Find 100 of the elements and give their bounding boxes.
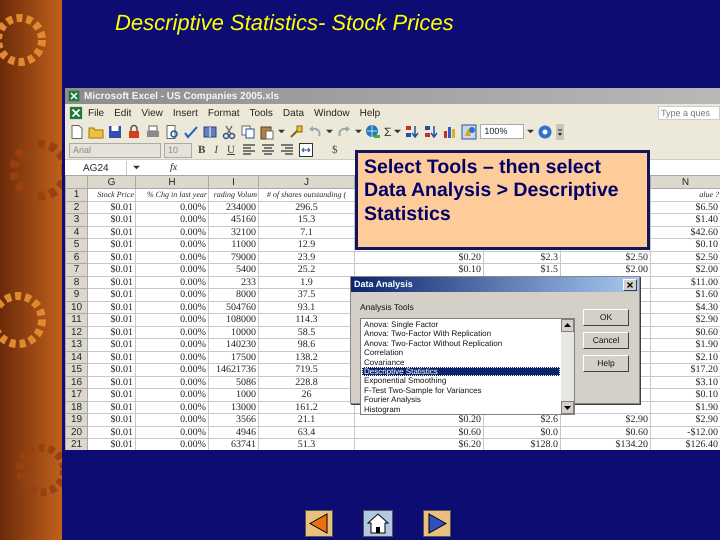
table-cell: 234000 xyxy=(208,201,258,214)
table-cell: $0.01 xyxy=(88,226,136,238)
table-cell: 5400 xyxy=(208,264,258,276)
table-cell: $0.01 xyxy=(88,288,136,301)
menu-item[interactable]: Window xyxy=(309,106,355,120)
column-header[interactable]: H xyxy=(136,176,208,188)
menu-item[interactable]: Format xyxy=(202,106,245,120)
table-cell: $2.3 xyxy=(484,251,560,264)
row-header[interactable]: 21 xyxy=(66,438,88,450)
list-item[interactable]: Anova: Two-Factor With Replication xyxy=(362,329,560,339)
row-header[interactable]: 18 xyxy=(66,401,88,414)
menu-item[interactable]: Edit xyxy=(109,106,136,120)
row-header[interactable]: 20 xyxy=(66,426,88,438)
column-header[interactable]: J xyxy=(258,176,354,188)
table-cell: 0.00% xyxy=(136,388,208,401)
table-cell: 0.00% xyxy=(136,314,208,326)
row-header[interactable]: 14 xyxy=(66,351,88,364)
table-cell: $0.01 xyxy=(88,414,136,426)
list-item[interactable]: Histogram xyxy=(362,404,560,414)
menu-item[interactable]: Help xyxy=(354,106,386,120)
list-item[interactable]: F-Test Two-Sample for Variances xyxy=(362,386,560,396)
cancel-button[interactable]: Cancel xyxy=(583,332,629,349)
help-button[interactable]: Help xyxy=(583,355,629,372)
table-cell: $0.01 xyxy=(88,364,136,376)
table-cell: 0.00% xyxy=(136,414,208,426)
table-cell: $0.01 xyxy=(88,326,136,338)
table-cell: -$12.00 xyxy=(650,426,720,438)
column-header[interactable]: I xyxy=(208,176,258,188)
table-cell: $0.60 xyxy=(354,426,484,438)
table-cell: $0.20 xyxy=(354,251,484,264)
currency-button[interactable]: $ xyxy=(328,142,340,158)
menu-item[interactable]: Data xyxy=(278,106,310,120)
row-header[interactable]: 13 xyxy=(66,338,88,351)
menu-item[interactable]: Insert xyxy=(168,106,203,120)
row-header[interactable]: 19 xyxy=(66,414,88,426)
list-item[interactable]: Fourier Analysis xyxy=(362,395,560,405)
row-header[interactable]: 12 xyxy=(66,326,88,338)
zoom-dropdown[interactable]: 100% xyxy=(480,124,524,139)
row-header[interactable]: 16 xyxy=(66,376,88,388)
list-item[interactable]: Exponential Smoothing xyxy=(362,376,560,386)
list-item[interactable]: Covariance xyxy=(362,358,560,367)
list-item[interactable]: Anova: Single Factor xyxy=(362,320,560,330)
table-cell: 108000 xyxy=(208,314,258,326)
table-cell: $42.60 xyxy=(650,226,720,238)
table-cell: $11.00 xyxy=(650,276,720,288)
table-cell: $0.01 xyxy=(88,388,136,401)
menu-item[interactable]: File xyxy=(83,106,110,120)
row-header[interactable]: 15 xyxy=(66,364,88,376)
table-cell: 0.00% xyxy=(136,351,208,364)
table-cell: 0.00% xyxy=(136,426,208,438)
table-cell: 12.9 xyxy=(258,238,354,251)
table-cell: $2.50 xyxy=(650,251,720,264)
table-cell: 15.3 xyxy=(258,214,354,226)
column-header[interactable]: N xyxy=(650,176,720,188)
table-cell: alue ? xyxy=(650,188,720,201)
list-item[interactable]: Descriptive Statistics xyxy=(362,366,560,376)
row-header[interactable]: 9 xyxy=(66,288,88,301)
list-item[interactable]: Correlation xyxy=(362,348,560,358)
column-header[interactable]: G xyxy=(88,176,136,188)
row-header[interactable]: 11 xyxy=(66,314,88,326)
table-cell: 21.1 xyxy=(258,414,354,426)
list-item[interactable]: Anova: Two-Factor Without Replication xyxy=(362,338,560,348)
table-cell: $0.0 xyxy=(484,426,560,438)
menu-item[interactable]: View xyxy=(136,106,168,120)
menu-item[interactable]: Tools xyxy=(244,106,278,120)
table-cell: $6.50 xyxy=(650,201,720,214)
row-header[interactable]: 5 xyxy=(66,238,88,251)
sum-button[interactable]: Σ xyxy=(384,122,392,140)
ok-button[interactable]: OK xyxy=(583,309,629,326)
table-cell: $0.01 xyxy=(88,238,136,251)
table-cell: $0.01 xyxy=(88,264,136,276)
row-header[interactable]: 8 xyxy=(66,276,88,288)
row-header[interactable]: 3 xyxy=(66,214,88,226)
table-cell: # of shares outstanding ( xyxy=(258,188,354,201)
table-cell: $0.01 xyxy=(88,338,136,351)
table-cell: 45160 xyxy=(208,214,258,226)
table-cell: $2.10 xyxy=(650,351,720,364)
row-header[interactable]: 1 xyxy=(66,188,88,201)
table-cell: 0.00% xyxy=(136,338,208,351)
list-label: Analysis Tools xyxy=(360,301,414,313)
table-cell: $0.10 xyxy=(650,388,720,401)
table-cell: 14621736 xyxy=(208,364,258,376)
help-search-field[interactable]: Type a ques xyxy=(658,106,720,120)
underline-button[interactable]: U xyxy=(224,142,238,158)
row-header[interactable]: 2 xyxy=(66,201,88,214)
row-header[interactable]: 6 xyxy=(66,251,88,264)
row-header[interactable]: 4 xyxy=(66,226,88,238)
table-cell: $1.90 xyxy=(650,401,720,414)
table-cell: $1.60 xyxy=(650,288,720,301)
table-cell: 4946 xyxy=(208,426,258,438)
bold-button[interactable]: B xyxy=(195,142,208,158)
table-cell: 140230 xyxy=(208,338,258,351)
table-cell: 3566 xyxy=(208,414,258,426)
row-header[interactable]: 17 xyxy=(66,388,88,401)
row-header[interactable]: 7 xyxy=(66,264,88,276)
row-header[interactable]: 10 xyxy=(66,301,88,314)
italic-button[interactable]: I xyxy=(211,142,222,158)
table-cell: $0.01 xyxy=(88,401,136,414)
table-cell: 0.00% xyxy=(136,214,208,226)
table-cell: 25.2 xyxy=(258,264,354,276)
